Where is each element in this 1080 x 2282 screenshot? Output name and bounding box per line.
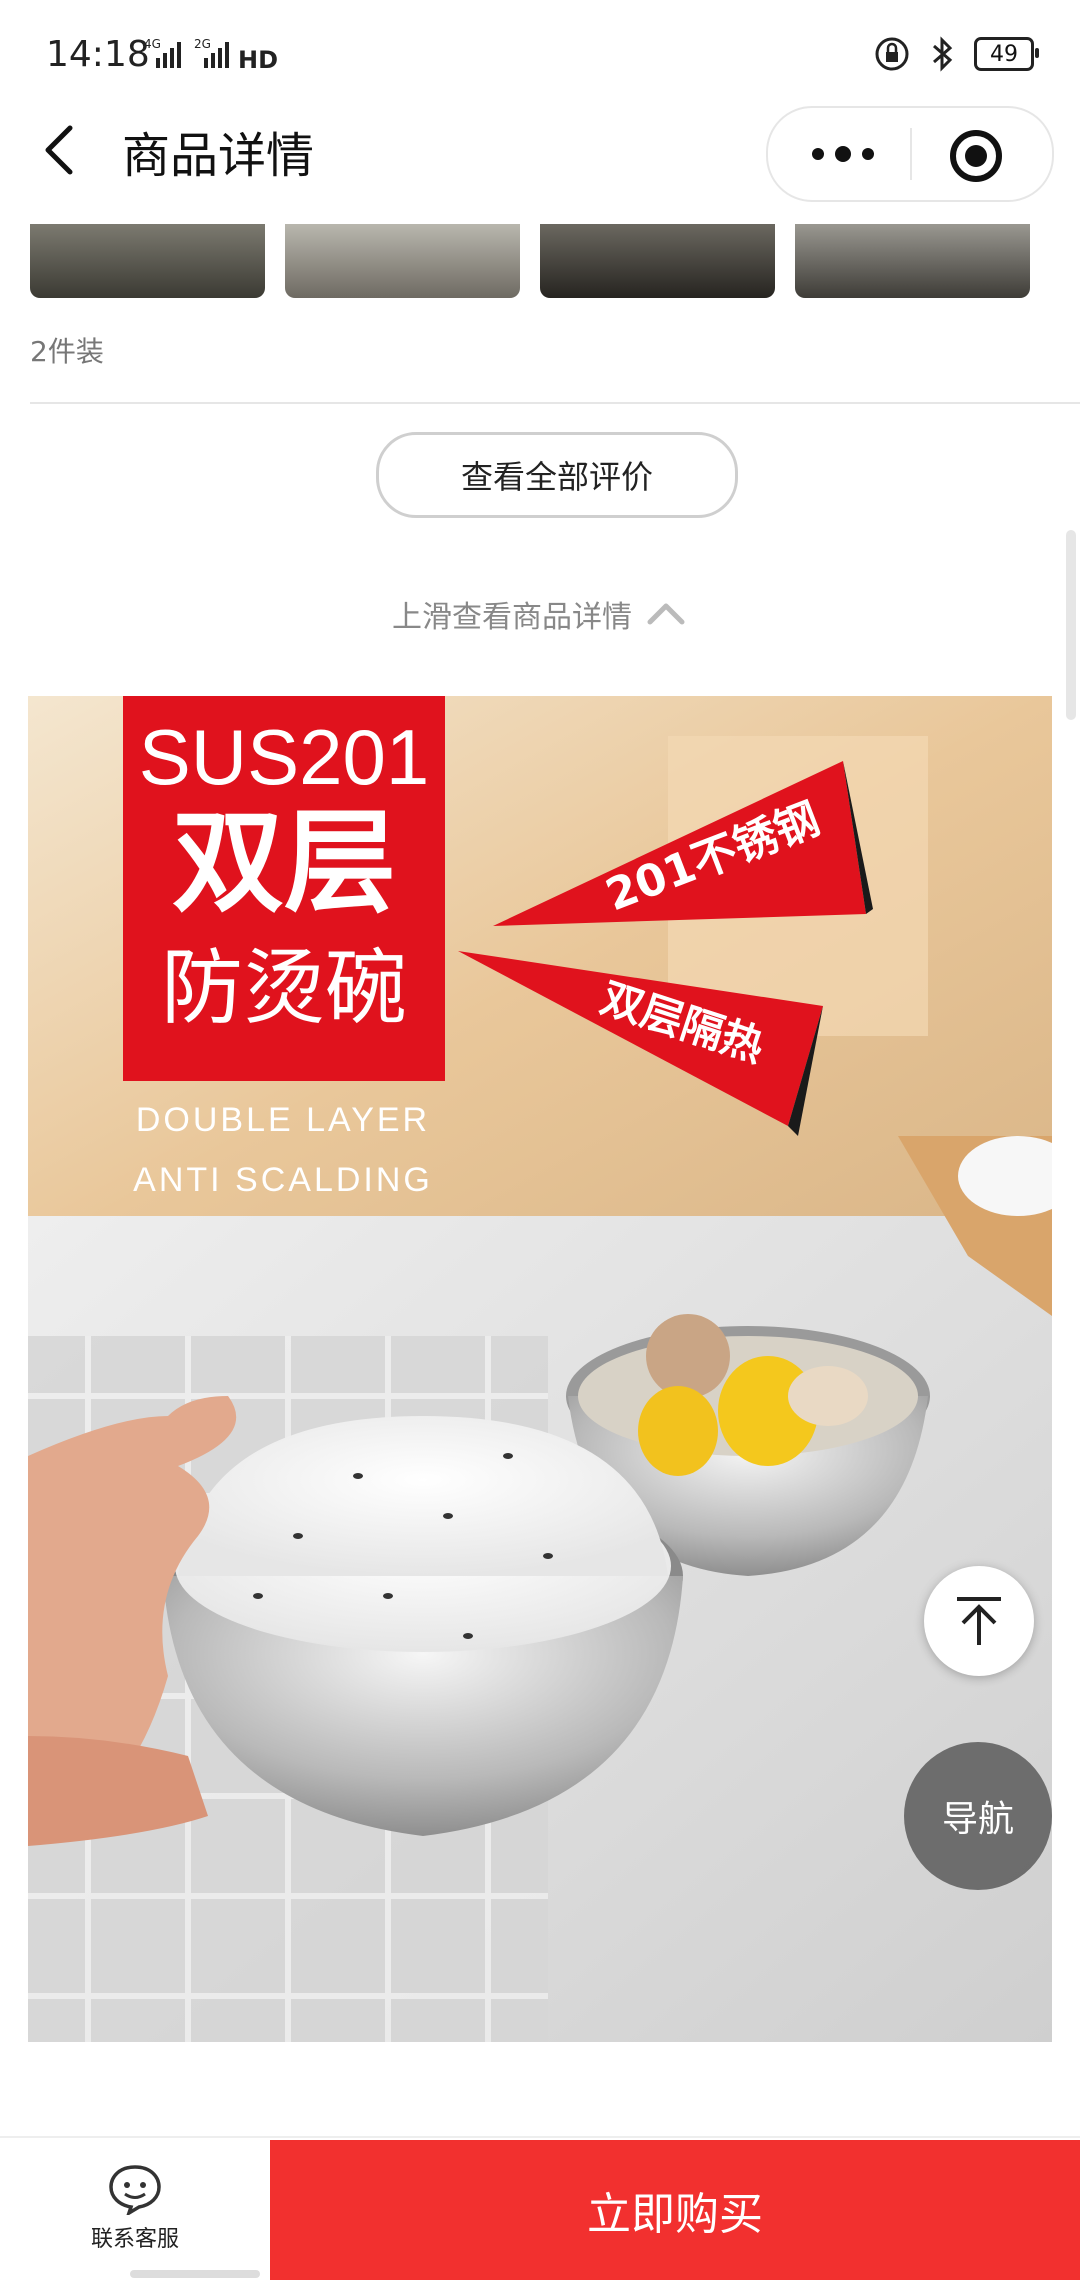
customer-service-icon xyxy=(109,2165,161,2215)
network-label-2: 2G xyxy=(194,37,211,51)
scrollbar[interactable] xyxy=(1066,530,1076,720)
hero-headline-3: 防烫碗 xyxy=(161,941,407,1036)
navigation-button[interactable]: 导航 xyxy=(904,1742,1052,1890)
review-thumbnail[interactable] xyxy=(795,224,1030,298)
lock-rotation-icon xyxy=(875,37,909,71)
hd-label: HD xyxy=(238,46,278,72)
review-sku: 2件装 xyxy=(30,335,104,368)
page-title: 商品详情 xyxy=(122,128,315,184)
view-all-reviews-button[interactable]: 查看全部评价 xyxy=(376,432,738,518)
battery-icon: 49 xyxy=(974,37,1039,71)
review-thumbnail[interactable] xyxy=(30,224,265,298)
capsule-divider xyxy=(910,128,912,180)
back-to-top-button[interactable] xyxy=(924,1566,1034,1676)
battery-level: 49 xyxy=(990,41,1018,67)
hero-en-line-1: DOUBLE LAYER xyxy=(136,1101,430,1139)
status-right: 49 xyxy=(874,34,1039,74)
more-dots-icon[interactable] xyxy=(798,134,888,174)
scroll-hint: 上滑查看商品详情 xyxy=(0,592,1080,636)
customer-service-label: 联系客服 xyxy=(90,2227,179,2252)
product-detail-image: SUS201 双层 防烫碗 DOUBLE LAYER ANTI SCALDING… xyxy=(28,696,1052,2042)
signal-icons: 4G 2G HD xyxy=(144,37,278,72)
network-label-1: 4G xyxy=(144,37,161,51)
home-indicator xyxy=(130,2270,260,2278)
chevron-left-icon[interactable] xyxy=(36,118,92,182)
review-images xyxy=(30,224,1030,298)
target-icon[interactable] xyxy=(948,128,1004,184)
chevron-up-icon xyxy=(647,603,685,625)
hero-headline-1: SUS201 xyxy=(139,713,430,801)
bluetooth-icon xyxy=(933,36,953,72)
arrow-up-to-top-icon xyxy=(957,1597,1001,1645)
section-divider xyxy=(30,402,1080,404)
review-thumbnail[interactable] xyxy=(540,224,775,298)
review-thumbnail[interactable] xyxy=(285,224,520,298)
buy-now-button[interactable]: 立即购买 xyxy=(270,2140,1080,2280)
customer-service-button[interactable]: 联系客服 xyxy=(0,2136,270,2280)
mini-program-capsule xyxy=(766,106,1054,202)
hero-en-line-2: ANTI SCALDING xyxy=(133,1161,433,1199)
status-time: 14:18 xyxy=(46,34,150,75)
hero-headline-2: 双层 xyxy=(172,798,396,928)
scroll-hint-text: 上滑查看商品详情 xyxy=(392,600,632,635)
